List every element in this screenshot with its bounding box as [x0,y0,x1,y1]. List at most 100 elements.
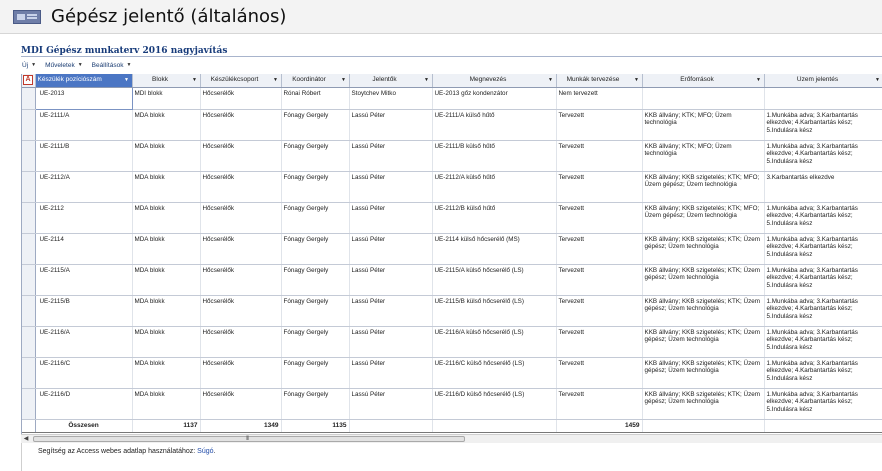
table-row[interactable]: UE-2013 MDI blokk Hőcserélők Rónai Róbert St… [22,86,882,110]
chevron-down-icon[interactable]: ▼ [190,74,200,86]
cell-eroforrasok[interactable]: KKB állvány; KKB szigetelés; KTK; Üzem g… [642,388,765,420]
cell-jelentok[interactable]: Lassú Péter [349,264,433,296]
help-link[interactable]: Súgó [197,448,213,455]
chevron-down-icon[interactable]: ▼ [873,74,882,86]
cell-koordinator[interactable]: Fónagy Gergely [281,202,350,234]
cell-keszulekcsoport[interactable]: Hőcserélők [200,140,282,172]
cell-uzem-jelentes[interactable]: 1.Munkába adva; 3.Karbantartás elkezdve;… [764,357,882,389]
column-header-megnevezes[interactable]: Megnevezés ▼ [432,74,557,88]
cell-jelentok[interactable]: Lassú Péter [349,202,433,234]
cell-munkak-tervezese[interactable]: Tervezett [556,202,643,234]
column-header-keszulek[interactable]: Készülék pozíciószám ▼ [35,74,133,88]
cell-munkak-tervezese[interactable]: Tervezett [556,388,643,420]
cell-munkak-tervezese[interactable]: Tervezett [556,171,643,203]
cell-keszulekcsoport[interactable]: Hőcserélők [200,233,282,265]
table-row[interactable]: UE-2114 MDA blokk Hőcserélők Fónagy Gergely… [22,233,882,265]
cell-megnevezes[interactable]: UE-2112/B külső hűtő [432,202,557,234]
cell-keszulek[interactable]: UE-2116/A [35,326,133,358]
chevron-down-icon[interactable]: ▼ [632,74,642,86]
column-header-uzem-jelentes[interactable]: Üzem jelentés ▼ [764,74,882,88]
cell-koordinator[interactable]: Fónagy Gergely [281,264,350,296]
chevron-down-icon[interactable]: ▼ [422,74,432,86]
cell-keszulekcsoport[interactable]: Hőcserélők [200,171,282,203]
cell-jelentok[interactable]: Lassú Péter [349,357,433,389]
cell-blokk[interactable]: MDA blokk [132,295,201,327]
table-row[interactable]: UE-2115/B MDA blokk Hőcserélők Fónagy Gerge… [22,295,882,327]
cell-keszulek[interactable]: UE-2111/A [35,109,133,141]
table-row[interactable]: UE-2116/A MDA blokk Hőcserélők Fónagy Gerge… [22,326,882,358]
cell-megnevezes[interactable]: UE-2115/A külső hőcserélő (LS) [432,264,557,296]
cell-blokk[interactable]: MDA blokk [132,326,201,358]
chevron-down-icon[interactable]: ▼ [122,74,132,86]
chevron-down-icon[interactable]: ▼ [546,74,556,86]
cell-keszulek[interactable]: UE-2116/D [35,388,133,420]
cell-keszulekcsoport[interactable]: Hőcserélők [200,326,282,358]
cell-koordinator[interactable]: Fónagy Gergely [281,357,350,389]
table-row[interactable]: UE-2116/D MDA blokk Hőcserélők Fónagy Gerge… [22,388,882,420]
cell-megnevezes[interactable]: UE-2116/D külső hőcserélő (LS) [432,388,557,420]
cell-jelentok[interactable]: Lassú Péter [349,326,433,358]
cell-koordinator[interactable]: Fónagy Gergely [281,233,350,265]
cell-jelentok[interactable]: Lassú Péter [349,233,433,265]
cell-eroforrasok[interactable]: KKB állvány; KKB szigetelés; KTK; Üzem g… [642,357,765,389]
row-selector[interactable] [22,264,36,296]
scrollbar-thumb[interactable]: III [33,436,465,442]
cell-koordinator[interactable]: Fónagy Gergely [281,109,350,141]
cell-uzem-jelentes[interactable]: 1.Munkába adva; 3.Karbantartás elkezdve;… [764,388,882,420]
actions-menu-button[interactable]: Műveletek ▼ [45,62,83,69]
cell-blokk[interactable]: MDA blokk [132,202,201,234]
cell-jelentok[interactable]: Lassú Péter [349,109,433,141]
cell-munkak-tervezese[interactable]: Tervezett [556,233,643,265]
cell-uzem-jelentes[interactable]: 1.Munkába adva; 3.Karbantartás elkezdve;… [764,140,882,172]
cell-jelentok[interactable]: Lassú Péter [349,388,433,420]
cell-megnevezes[interactable]: UE-2115/B külső hőcserélő (LS) [432,295,557,327]
cell-uzem-jelentes[interactable]: 1.Munkába adva; 3.Karbantartás elkezdve;… [764,326,882,358]
row-selector[interactable] [22,233,36,265]
cell-keszulekcsoport[interactable]: Hőcserélők [200,202,282,234]
cell-munkak-tervezese[interactable]: Tervezett [556,295,643,327]
row-selector[interactable] [22,357,36,389]
column-header-munkak-tervezese[interactable]: Munkák tervezése ▼ [556,74,643,88]
cell-munkak-tervezese[interactable]: Tervezett [556,357,643,389]
table-row[interactable]: UE-2111/A MDA blokk Hőcserélők Fónagy Gerge… [22,109,882,141]
cell-blokk[interactable]: MDI blokk [132,87,201,110]
row-selector[interactable] [22,326,36,358]
column-header-keszulekcsoport[interactable]: Készülékcsoport ▼ [200,74,282,88]
cell-uzem-jelentes[interactable]: 1.Munkába adva; 3.Karbantartás elkezdve;… [764,295,882,327]
column-header-koordinator[interactable]: Koordinátor ▼ [281,74,350,88]
cell-keszulek[interactable]: UE-2116/C [35,357,133,389]
cell-munkak-tervezese[interactable]: Nem tervezett [556,87,643,110]
cell-blokk[interactable]: MDA blokk [132,264,201,296]
table-row[interactable]: UE-2111/B MDA blokk Hőcserélők Fónagy Gerge… [22,140,882,172]
cell-eroforrasok[interactable]: KKB állvány; KKB szigetelés; KTK; Üzem g… [642,295,765,327]
row-selector[interactable] [22,140,36,172]
column-header-eroforrasok[interactable]: Erőforrások ▼ [642,74,765,88]
cell-uzem-jelentes[interactable]: 1.Munkába adva; 3.Karbantartás elkezdve;… [764,264,882,296]
cell-eroforrasok[interactable] [642,87,765,110]
cell-jelentok[interactable]: Stoytchev Mitko [349,87,433,110]
cell-blokk[interactable]: MDA blokk [132,388,201,420]
cell-blokk[interactable]: MDA blokk [132,171,201,203]
cell-uzem-jelentes[interactable]: 1.Munkába adva; 3.Karbantartás elkezdve;… [764,202,882,234]
cell-koordinator[interactable]: Fónagy Gergely [281,295,350,327]
cell-blokk[interactable]: MDA blokk [132,233,201,265]
cell-megnevezes[interactable]: UE-2111/B külső hűtő [432,140,557,172]
cell-keszulek[interactable]: UE-2112/A [35,171,133,203]
cell-munkak-tervezese[interactable]: Tervezett [556,326,643,358]
table-row[interactable]: UE-2112 MDA blokk Hőcserélők Fónagy Gergely… [22,202,882,234]
row-selector[interactable] [22,109,36,141]
cell-uzem-jelentes[interactable]: 3.Karbantartás elkezdve [764,171,882,203]
cell-keszulekcsoport[interactable]: Hőcserélők [200,357,282,389]
cell-eroforrasok[interactable]: KKB állvány; KKB szigetelés; KTK; Üzem g… [642,326,765,358]
cell-keszulek[interactable]: UE-2114 [35,233,133,265]
cell-uzem-jelentes[interactable] [764,87,882,110]
chevron-down-icon[interactable]: ▼ [271,74,281,86]
cell-megnevezes[interactable]: UE-2116/C külső hőcserélő (LS) [432,357,557,389]
row-selector[interactable] [22,87,36,110]
cell-uzem-jelentes[interactable]: 1.Munkába adva; 3.Karbantartás elkezdve;… [764,109,882,141]
cell-megnevezes[interactable]: UE-2111/A külső hűtő [432,109,557,141]
cell-megnevezes[interactable]: UE-2116/A külső hőcserélő (LS) [432,326,557,358]
cell-jelentok[interactable]: Lassú Péter [349,140,433,172]
cell-uzem-jelentes[interactable]: 1.Munkába adva; 3.Karbantartás elkezdve;… [764,233,882,265]
cell-keszulekcsoport[interactable]: Hőcserélők [200,264,282,296]
